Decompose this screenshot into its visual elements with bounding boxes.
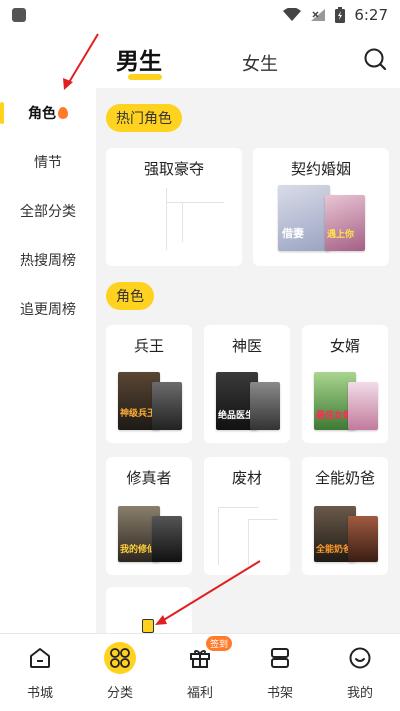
active-indicator (0, 102, 4, 124)
sidebar-item-follow-update[interactable]: 追更周榜 (0, 289, 96, 329)
card-title: 女婿 (329, 337, 360, 355)
card-title: 神医 (231, 337, 262, 355)
hot-flame-icon (58, 107, 68, 119)
book-cover: 遇上你 (325, 195, 365, 251)
category-content: 热门角色 强取豪夺 契约婚姻 借妻 遇上你 角色 兵王 神级兵王 神医 绝品医生… (96, 88, 400, 633)
section-tag-roles: 角色 (106, 282, 154, 310)
book-cover: 借妻 (278, 185, 330, 251)
wifi-icon (283, 8, 302, 21)
cover-placeholder (218, 507, 219, 565)
cover-text: 绝品医生 (218, 411, 255, 421)
nav-bookstore[interactable]: 书城 (0, 642, 80, 704)
cover-placeholder (248, 519, 278, 520)
book-cover (348, 516, 378, 562)
profile-icon (344, 642, 376, 674)
card-title: 修真者 (126, 469, 172, 487)
tab-male[interactable]: 男生 (116, 42, 162, 76)
battery-icon (335, 7, 346, 23)
sidebar-item-label: 角色 (28, 106, 56, 122)
card-title: 兵王 (133, 337, 164, 355)
card-title: 强取豪夺 (143, 160, 204, 178)
category-card[interactable] (106, 587, 192, 633)
sidebar-item-plot[interactable]: 情节 (0, 142, 96, 182)
cover-text: 神级兵王 (120, 409, 157, 419)
nav-label: 书架 (266, 686, 293, 701)
nav-label: 分类 (106, 686, 133, 701)
nav-label: 书城 (26, 686, 53, 701)
category-icon (104, 642, 136, 674)
category-card[interactable]: 神医 绝品医生 (204, 325, 290, 443)
cover-placeholder (166, 188, 167, 250)
card-title: 契约婚姻 (290, 160, 351, 178)
sidebar-item-hot-search[interactable]: 热搜周榜 (0, 240, 96, 280)
sidebar-item-label: 追更周榜 (20, 302, 76, 318)
category-card[interactable]: 兵王 神级兵王 (106, 325, 192, 443)
category-card[interactable]: 全能奶爸 全能奶爸 (302, 457, 388, 575)
nav-profile[interactable]: 我的 (320, 642, 400, 704)
book-cover (348, 382, 378, 430)
notification-icon (12, 8, 26, 22)
section-tag-hot-roles: 热门角色 (106, 104, 182, 132)
cover-text: 最佳女婿 (316, 411, 353, 421)
book-cover (152, 516, 182, 562)
card-title: 全能奶爸 (314, 469, 375, 487)
category-card[interactable]: 契约婚姻 借妻 遇上你 (253, 148, 389, 266)
bottom-navigation: 书城 分类 签到 福利 书架 我的 (0, 633, 400, 711)
category-card[interactable]: 女婿 最佳女婿 (302, 325, 388, 443)
category-card[interactable]: 强取豪夺 (106, 148, 242, 266)
cover-text: 我的修仙 (120, 545, 157, 555)
book-cover (250, 382, 280, 430)
book-icon (142, 619, 154, 633)
status-bar: 6:27 (0, 0, 400, 30)
search-icon[interactable] (362, 46, 388, 72)
checkin-badge: 签到 (206, 636, 233, 651)
active-tab-indicator (128, 74, 162, 80)
category-card[interactable]: 废材 (204, 457, 290, 575)
sidebar-item-label: 热搜周榜 (20, 253, 76, 269)
cover-placeholder (166, 202, 224, 203)
bookshelf-icon (264, 642, 296, 674)
cover-text: 遇上你 (327, 230, 355, 240)
cover-placeholder (182, 202, 183, 242)
sidebar-item-all-categories[interactable]: 全部分类 (0, 191, 96, 231)
sidebar-item-label: 全部分类 (20, 204, 76, 220)
nav-bookshelf[interactable]: 书架 (240, 642, 320, 704)
book-cover (152, 382, 182, 430)
cover-placeholder (248, 519, 249, 565)
sidebar-item-label: 情节 (34, 155, 62, 171)
nav-welfare[interactable]: 签到 福利 (160, 636, 240, 704)
sidebar-item-role[interactable]: 角色 (0, 93, 96, 133)
home-icon (24, 642, 56, 674)
tab-female[interactable]: 女生 (242, 50, 278, 76)
cover-text: 借妻 (282, 227, 304, 240)
no-signal-icon (311, 9, 326, 21)
nav-label: 福利 (186, 686, 213, 701)
category-sidebar: 角色 情节 全部分类 热搜周榜 追更周榜 (0, 88, 96, 633)
card-title: 废材 (231, 469, 262, 487)
clock: 6:27 (354, 6, 388, 24)
header: 男生 女生 (0, 30, 400, 90)
cover-placeholder (218, 507, 258, 508)
nav-category[interactable]: 分类 (80, 642, 160, 704)
nav-label: 我的 (346, 686, 373, 701)
category-card[interactable]: 修真者 我的修仙 (106, 457, 192, 575)
cover-text: 全能奶爸 (316, 545, 353, 555)
